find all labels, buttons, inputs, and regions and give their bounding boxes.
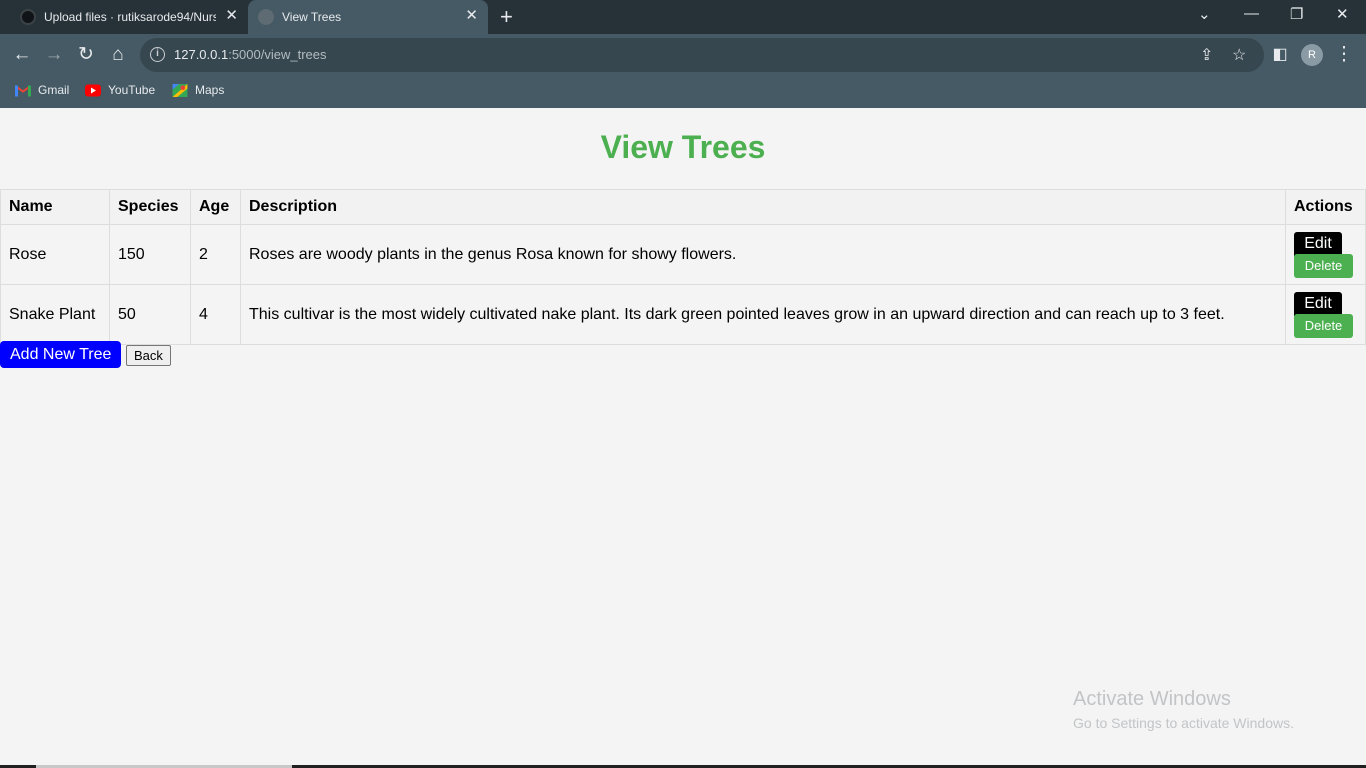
gmail-icon <box>15 85 31 96</box>
delete-button[interactable]: Delete <box>1294 253 1353 278</box>
new-tab-icon[interactable]: + <box>500 4 513 30</box>
github-icon <box>20 9 36 25</box>
back-button[interactable]: Back <box>126 345 171 366</box>
home-icon[interactable]: ⌂ <box>106 43 130 67</box>
bookmark-gmail[interactable]: Gmail <box>15 83 69 97</box>
browser-toolbar: ← → ↻ ⌂ i 127.0.0.1:5000/view_trees ⇪ ☆ … <box>0 34 1366 76</box>
bookmark-label: YouTube <box>108 83 156 97</box>
globe-icon <box>258 9 274 25</box>
youtube-icon <box>85 84 101 96</box>
forward-arrow-icon[interactable]: → <box>42 43 66 67</box>
trees-table: Name Species Age Description Actions Ros… <box>0 189 1366 345</box>
tab-title: View Trees <box>282 10 342 24</box>
cell-age: 4 <box>190 284 241 345</box>
window-close-icon[interactable]: ✕ <box>1336 5 1349 23</box>
cell-description: Roses are woody plants in the genus Rosa… <box>240 224 1286 285</box>
header-name: Name <box>0 189 110 225</box>
restore-icon[interactable]: ❐ <box>1290 5 1303 23</box>
cell-species: 150 <box>109 224 191 285</box>
header-age: Age <box>190 189 241 225</box>
bookmark-label: Maps <box>195 83 225 97</box>
back-arrow-icon[interactable]: ← <box>10 43 34 67</box>
watermark-subtitle: Go to Settings to activate Windows. <box>1073 715 1294 731</box>
minimize-icon[interactable]: — <box>1244 5 1259 22</box>
cell-description: This cultivar is the most widely cultiva… <box>240 284 1286 345</box>
cell-name: Snake Plant <box>0 284 110 345</box>
star-icon[interactable]: ☆ <box>1232 45 1246 65</box>
cell-actions: Edit Delete <box>1285 284 1366 345</box>
maps-icon <box>172 83 188 97</box>
share-icon[interactable]: ⇪ <box>1200 45 1213 65</box>
bookmark-youtube[interactable]: YouTube <box>85 83 155 97</box>
close-tab-icon[interactable]: ✕ <box>225 8 238 24</box>
add-new-tree-button[interactable]: Add New Tree <box>0 341 122 368</box>
watermark-title: Activate Windows <box>1073 688 1231 710</box>
header-description: Description <box>240 189 1286 225</box>
tab-upload-files[interactable]: Upload files · rutiksarode94/Nursery ✕ <box>8 0 248 34</box>
edit-button[interactable]: Edit <box>1294 291 1342 316</box>
delete-button[interactable]: Delete <box>1294 313 1353 338</box>
cell-age: 2 <box>190 224 241 285</box>
bookmark-label: Gmail <box>38 83 70 97</box>
tab-search-icon[interactable]: ⌄ <box>1198 5 1211 23</box>
cell-actions: Edit Delete <box>1285 224 1366 285</box>
header-species: Species <box>109 189 191 225</box>
bookmarks-bar: Gmail YouTube Maps <box>0 76 1366 108</box>
menu-icon[interactable]: ⋮ <box>1332 43 1356 67</box>
side-panel-icon[interactable]: ◧ <box>1268 43 1292 67</box>
tab-title: Upload files · rutiksarode94/Nursery <box>44 10 216 24</box>
activate-windows-watermark: Activate Windows Go to Settings to activ… <box>1073 688 1294 731</box>
site-info-icon[interactable]: i <box>150 47 165 62</box>
reload-icon[interactable]: ↻ <box>74 43 98 67</box>
cell-name: Rose <box>0 224 110 285</box>
header-actions: Actions <box>1285 189 1366 225</box>
avatar[interactable]: R <box>1301 44 1323 66</box>
address-bar[interactable]: i 127.0.0.1:5000/view_trees ⇪ ☆ <box>140 38 1264 72</box>
cell-species: 50 <box>109 284 191 345</box>
page-content: View Trees Name Species Age Description … <box>0 108 1366 768</box>
tab-strip: Upload files · rutiksarode94/Nursery ✕ V… <box>0 0 1366 34</box>
tab-view-trees[interactable]: View Trees ✕ <box>248 0 488 34</box>
bookmark-maps[interactable]: Maps <box>172 83 224 97</box>
edit-button[interactable]: Edit <box>1294 231 1342 256</box>
page-title: View Trees <box>600 129 766 165</box>
close-tab-icon[interactable]: ✕ <box>465 8 478 24</box>
table-row: Rose 150 2 Roses are woody plants in the… <box>0 224 1366 285</box>
table-header-row: Name Species Age Description Actions <box>0 189 1366 225</box>
table-row: Snake Plant 50 4 This cultivar is the mo… <box>0 284 1366 345</box>
url-text: 127.0.0.1:5000/view_trees <box>174 47 327 62</box>
